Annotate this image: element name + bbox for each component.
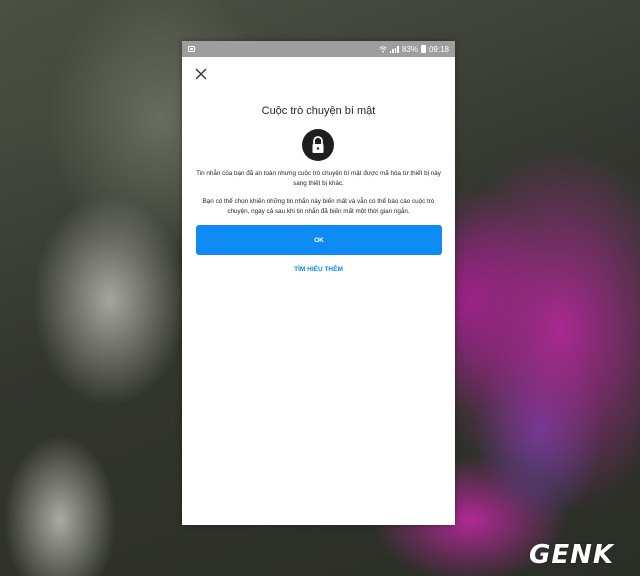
signal-icon: [389, 45, 399, 53]
description-text: Tin nhắn của bạn đã an toàn nhưng cuộc t…: [196, 170, 441, 187]
battery-percent: 83%: [401, 44, 418, 54]
close-button[interactable]: [194, 67, 208, 81]
lock-icon: [312, 136, 324, 153]
lock-badge: [302, 129, 334, 161]
battery-icon: [420, 45, 426, 53]
status-time: 09:18: [428, 44, 449, 54]
watermark-logo: GENK: [528, 540, 614, 570]
ok-button[interactable]: OK: [196, 225, 442, 255]
status-bar: 83% 09:18: [182, 41, 455, 57]
image-icon: [188, 46, 195, 52]
description-text-2: Bạn có thể chọn khiến những tin nhắn này…: [202, 198, 435, 215]
close-icon: [195, 68, 207, 80]
wifi-icon: [379, 45, 387, 52]
phone-screen: 83% 09:18 Cuộc trò chuyện bí mật Tin nhắ…: [182, 41, 455, 525]
learn-more-link[interactable]: TÌM HIỂU THÊM: [182, 266, 455, 273]
dialog-title: Cuộc trò chuyện bí mật: [261, 105, 376, 117]
